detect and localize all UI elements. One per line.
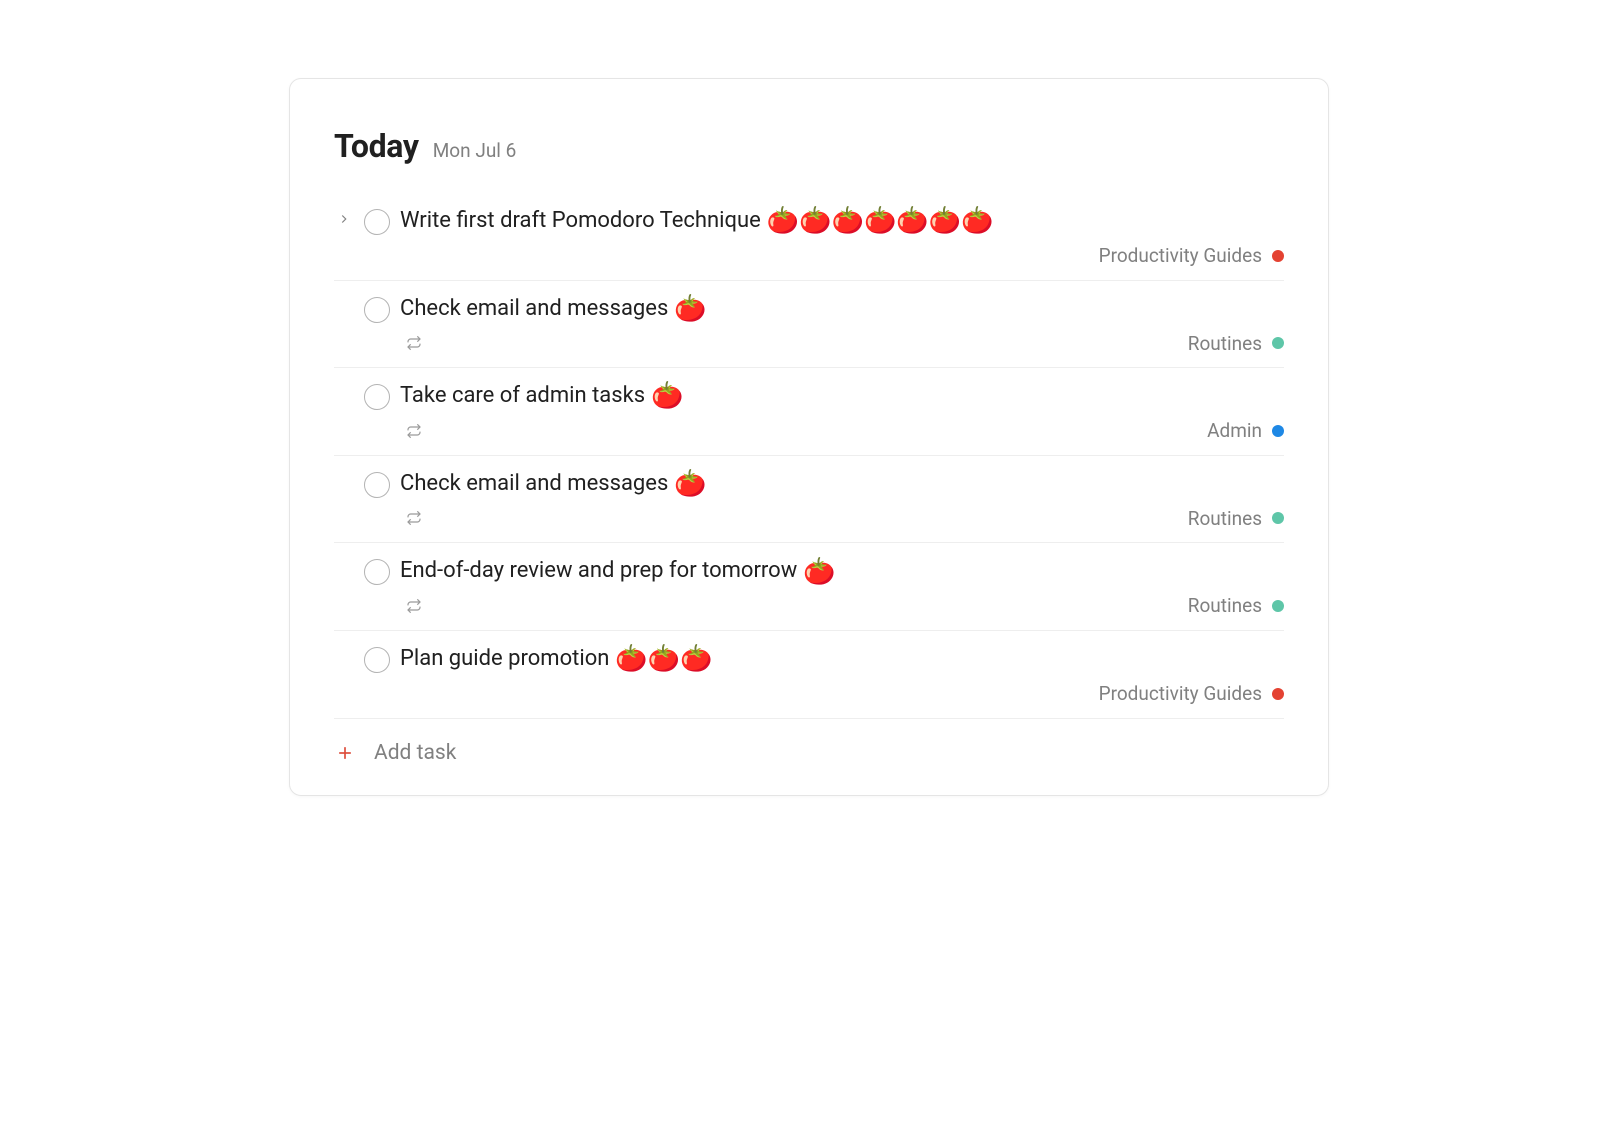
task-item[interactable]: Write first draft Pomodoro Technique 🍅🍅🍅… [334, 193, 1284, 281]
task-item[interactable]: Check email and messages 🍅 Routines [334, 456, 1284, 544]
project-name: Routines [1188, 594, 1262, 617]
add-task-button[interactable]: Add task [334, 719, 1284, 765]
recurring-icon [406, 335, 422, 351]
recurring-icon [406, 423, 422, 439]
project-name: Admin [1207, 419, 1262, 442]
tomato-count-icon: 🍅 [674, 471, 706, 497]
task-title: End-of-day review and prep for tomorrow [400, 557, 797, 586]
header: Today Mon Jul 6 [334, 127, 1284, 165]
tomato-count-icon: 🍅 [674, 296, 706, 322]
tomato-count-icon: 🍅 [803, 559, 835, 585]
project-tag[interactable]: Routines [1188, 507, 1284, 530]
page-title: Today [334, 127, 419, 165]
chevron-right-icon[interactable] [337, 211, 351, 230]
task-checkbox[interactable] [364, 472, 390, 498]
task-title: Take care of admin tasks [400, 382, 645, 411]
tomato-count-icon: 🍅🍅🍅 [615, 646, 712, 672]
task-title: Write first draft Pomodoro Technique [400, 207, 761, 236]
task-title: Check email and messages [400, 470, 668, 499]
project-tag[interactable]: Routines [1188, 594, 1284, 617]
task-item[interactable]: Plan guide promotion 🍅🍅🍅 Productivity Gu… [334, 631, 1284, 719]
recurring-icon [406, 510, 422, 526]
project-color-dot [1272, 250, 1284, 262]
project-name: Routines [1188, 507, 1262, 530]
project-tag[interactable]: Routines [1188, 332, 1284, 355]
task-checkbox[interactable] [364, 384, 390, 410]
today-view-card: Today Mon Jul 6 Write first draft Pomodo… [289, 78, 1329, 796]
task-item[interactable]: End-of-day review and prep for tomorrow … [334, 543, 1284, 631]
task-list: Write first draft Pomodoro Technique 🍅🍅🍅… [334, 193, 1284, 719]
task-title: Plan guide promotion [400, 645, 609, 674]
project-tag[interactable]: Productivity Guides [1099, 682, 1284, 705]
tomato-count-icon: 🍅 [651, 383, 683, 409]
task-item[interactable]: Check email and messages 🍅 Routines [334, 281, 1284, 369]
page-date: Mon Jul 6 [433, 139, 517, 162]
project-tag[interactable]: Admin [1207, 419, 1284, 442]
project-color-dot [1272, 512, 1284, 524]
tomato-count-icon: 🍅🍅🍅🍅🍅🍅🍅 [767, 208, 994, 234]
recurring-icon [406, 598, 422, 614]
project-name: Productivity Guides [1099, 244, 1262, 267]
project-color-dot [1272, 337, 1284, 349]
task-checkbox[interactable] [364, 647, 390, 673]
task-checkbox[interactable] [364, 209, 390, 235]
add-task-label: Add task [374, 741, 456, 765]
task-checkbox[interactable] [364, 297, 390, 323]
plus-icon [334, 742, 356, 764]
task-title: Check email and messages [400, 295, 668, 324]
project-tag[interactable]: Productivity Guides [1099, 244, 1284, 267]
project-color-dot [1272, 425, 1284, 437]
task-checkbox[interactable] [364, 559, 390, 585]
project-color-dot [1272, 688, 1284, 700]
project-name: Routines [1188, 332, 1262, 355]
project-name: Productivity Guides [1099, 682, 1262, 705]
project-color-dot [1272, 600, 1284, 612]
task-item[interactable]: Take care of admin tasks 🍅 Admin [334, 368, 1284, 456]
